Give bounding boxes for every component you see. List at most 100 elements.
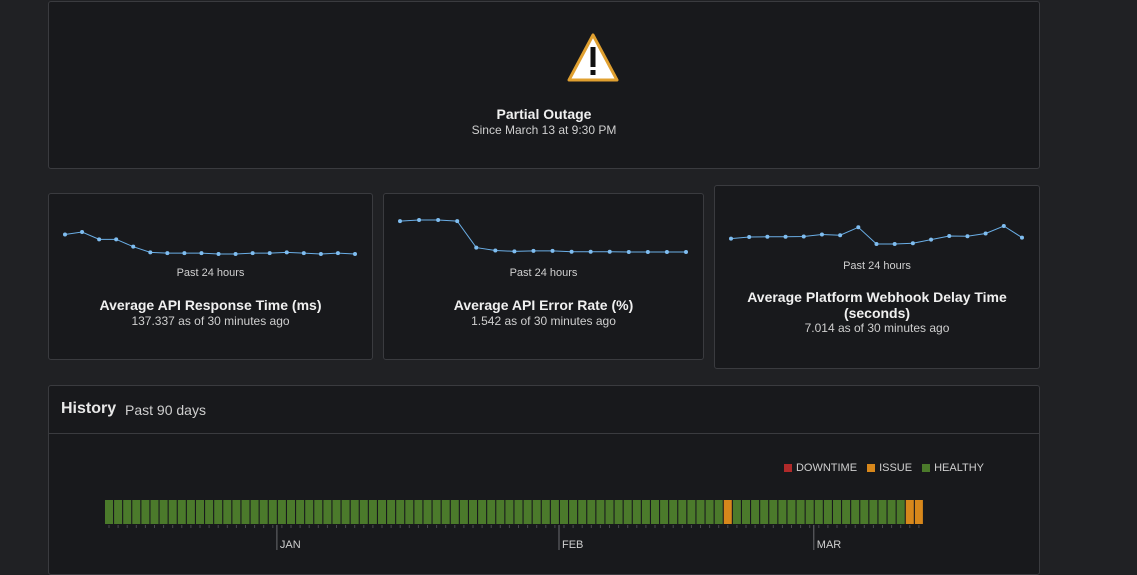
history-day-bar[interactable] [368,500,377,524]
history-day-bar[interactable] [287,500,295,524]
history-day-bar[interactable] [532,500,541,524]
sparkline-point [199,251,204,256]
history-day-bar[interactable] [259,500,268,524]
history-day-bar[interactable] [705,500,714,524]
history-day-bar[interactable] [250,500,259,524]
history-day-bar[interactable] [232,500,241,524]
status-banner: Partial Outage Since March 13 at 9:30 PM [48,1,1040,169]
history-day-bar[interactable] [887,500,896,524]
history-day-bar[interactable] [159,500,168,524]
history-day-bar[interactable] [823,500,832,524]
history-day-bar[interactable] [769,500,778,524]
history-day-bar[interactable] [205,500,214,524]
history-day-bar[interactable] [305,500,314,524]
history-day-bar[interactable] [569,500,578,524]
history-day-bar[interactable] [186,500,195,524]
history-day-bar[interactable] [177,500,186,524]
history-day-bar[interactable] [505,500,514,524]
history-day-bar[interactable] [132,500,141,524]
history-day-bar[interactable] [550,500,559,524]
history-day-bar[interactable] [141,500,150,524]
history-day-bar[interactable] [805,500,814,524]
history-day-bar[interactable] [241,500,250,524]
history-day-bar[interactable] [450,500,459,524]
history-day-bar[interactable] [641,500,650,524]
history-day-bar[interactable] [541,500,550,524]
history-day-bar[interactable] [660,500,669,524]
history-day-bar[interactable] [514,500,523,524]
history-day-bar[interactable] [760,500,769,524]
history-day-bar[interactable] [296,500,305,524]
history-day-bar[interactable] [560,500,568,524]
history-day-bar[interactable] [387,500,396,524]
history-day-bar[interactable] [378,500,386,524]
sparkline-point [417,218,422,222]
history-day-bar[interactable] [751,500,760,524]
history-day-bar[interactable] [896,500,905,524]
history-day-bar[interactable] [496,500,505,524]
metric-value: 1.542 as of 30 minutes ago [471,314,616,328]
history-day-bar[interactable] [578,500,587,524]
history-day-bar[interactable] [478,500,487,524]
history-day-bar[interactable] [742,500,750,524]
history-day-bar[interactable] [432,500,441,524]
history-day-bar[interactable] [814,500,823,524]
history-day-bar[interactable] [678,500,687,524]
history-day-bar[interactable] [105,500,113,524]
history-day-bar[interactable] [714,500,723,524]
history-day-bar[interactable] [341,500,350,524]
history-day-bar[interactable] [196,500,204,524]
history-day-bar[interactable] [833,500,841,524]
history-day-bar[interactable] [696,500,705,524]
history-day-bar[interactable] [632,500,641,524]
history-day-bar[interactable] [605,500,614,524]
history-day-bar[interactable] [423,500,432,524]
history-day-bar[interactable] [405,500,414,524]
sparkline-point [550,248,555,253]
history-day-bar[interactable] [277,500,286,524]
history-day-bar[interactable] [487,500,496,524]
history-day-bar[interactable] [223,500,232,524]
history-day-bar[interactable] [732,500,741,524]
history-day-bar[interactable] [842,500,851,524]
history-day-bar[interactable] [778,500,787,524]
history-day-bar[interactable] [268,500,277,524]
history-day-bar[interactable] [469,500,477,524]
history-day-bar[interactable] [114,500,123,524]
history-day-bar[interactable] [350,500,359,524]
sparkline-point [801,234,806,239]
history-day-bar[interactable] [323,500,332,524]
history-day-bar[interactable] [914,500,923,524]
history-day-bar[interactable] [596,500,605,524]
legend-label: DOWNTIME [795,462,858,474]
history-day-bar[interactable] [669,500,678,524]
sparkline-point [182,251,187,256]
sparkline-point [892,242,897,246]
history-day-bar[interactable] [614,500,623,524]
history-day-bar[interactable] [441,500,450,524]
history-day-bar[interactable] [214,500,223,524]
history-day-bar[interactable] [623,500,632,524]
history-day-bar[interactable] [651,500,659,524]
history-day-bar[interactable] [860,500,869,524]
history-day-bar[interactable] [168,500,177,524]
history-day-bar[interactable] [523,500,532,524]
history-day-bar[interactable] [359,500,368,524]
history-day-bar[interactable] [796,500,805,524]
history-day-bar[interactable] [459,500,468,524]
history-day-bar[interactable] [123,500,132,524]
history-day-bar[interactable] [150,500,159,524]
history-day-bar[interactable] [687,500,696,524]
history-day-bar[interactable] [723,500,732,524]
history-day-bar[interactable] [332,500,341,524]
history-day-bar[interactable] [851,500,860,524]
history-day-bar[interactable] [787,500,796,524]
history-day-bar[interactable] [878,500,887,524]
history-day-bar[interactable] [905,500,914,524]
history-day-bar[interactable] [587,500,596,524]
sparkline-point [729,236,733,241]
history-day-bar[interactable] [314,500,323,524]
history-day-bar[interactable] [414,500,423,524]
history-day-bar[interactable] [396,500,405,524]
history-day-bar[interactable] [869,500,878,524]
